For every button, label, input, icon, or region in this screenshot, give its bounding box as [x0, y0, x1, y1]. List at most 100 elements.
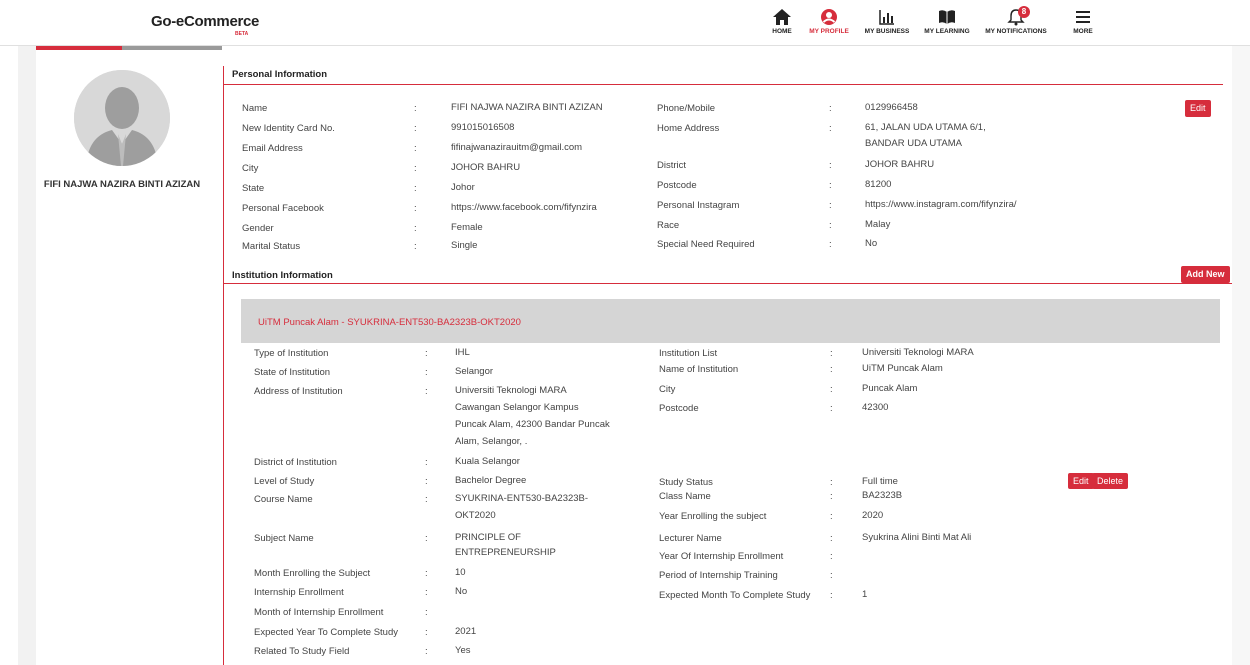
- colon: :: [414, 103, 417, 114]
- colon: :: [414, 163, 417, 174]
- colon: :: [829, 220, 832, 231]
- menu-icon: [1076, 11, 1090, 23]
- nav-home[interactable]: HOME: [757, 8, 807, 35]
- colon: :: [414, 143, 417, 154]
- field-value: Bachelor Degree: [455, 475, 527, 486]
- field-label: City: [659, 384, 676, 395]
- nav-more[interactable]: MORE: [1063, 8, 1103, 35]
- field-label: Month Enrolling the Subject: [254, 568, 371, 579]
- colon: :: [425, 457, 428, 468]
- field-value: Universiti Teknologi MARA: [455, 385, 567, 396]
- field-label: District of Institution: [254, 457, 337, 468]
- field-value: No: [865, 238, 878, 249]
- field-value: Johor: [451, 182, 475, 193]
- field-label: Postcode: [657, 180, 697, 191]
- delete-institution-button[interactable]: Delete: [1092, 473, 1129, 489]
- colon: :: [425, 494, 428, 505]
- colon: :: [830, 590, 833, 601]
- field-value: 42300: [862, 402, 889, 413]
- nav-my-business[interactable]: MY BUSINESS: [858, 8, 916, 35]
- nav-my-profile-label: MY PROFILE: [809, 28, 849, 35]
- edit-personal-button[interactable]: Edit: [1185, 100, 1211, 117]
- field-label: Course Name: [254, 494, 313, 505]
- institution-info-divider: [224, 283, 1232, 284]
- field-label: Year Enrolling the subject: [659, 511, 767, 522]
- field-value: Kuala Selangor: [455, 456, 520, 467]
- top-navbar: Go-eCommerce BETA HOME MY PROFILE MY BUS…: [0, 0, 1250, 46]
- field-value: Selangor: [455, 366, 494, 377]
- notification-count-badge: 8: [1018, 6, 1030, 18]
- brand-logo[interactable]: Go-eCommerce: [151, 13, 259, 30]
- colon: :: [414, 241, 417, 252]
- field-label: Internship Enrollment: [254, 587, 344, 598]
- nav-my-profile[interactable]: MY PROFILE: [805, 8, 853, 35]
- colon: :: [425, 476, 428, 487]
- field-label: Phone/Mobile: [657, 103, 716, 114]
- colon: :: [830, 491, 833, 502]
- colon: :: [830, 551, 833, 562]
- field-label: Subject Name: [254, 533, 314, 544]
- colon: :: [425, 533, 428, 544]
- field-label: Type of Institution: [254, 348, 329, 359]
- field-value: 10: [455, 567, 466, 578]
- colon: :: [425, 646, 428, 657]
- colon: :: [425, 348, 428, 359]
- field-value: Puncak Alam: [862, 383, 918, 394]
- field-value: 81200: [865, 179, 892, 190]
- field-label: State of Institution: [254, 367, 331, 378]
- tab-indicator-inactive[interactable]: [122, 46, 222, 50]
- field-label: New Identity Card No.: [242, 123, 335, 134]
- field-value: IHL: [455, 347, 470, 358]
- colon: :: [829, 123, 832, 134]
- colon: :: [830, 511, 833, 522]
- field-label: District: [657, 160, 687, 171]
- colon: :: [425, 607, 428, 618]
- field-value: 2020: [862, 510, 884, 521]
- field-value-line2: OKT2020: [455, 510, 496, 521]
- profile-display-name: FIFI NAJWA NAZIRA BINTI AZIZAN: [43, 179, 201, 190]
- field-label: Year Of Internship Enrollment: [659, 551, 784, 562]
- field-label: Related To Study Field: [254, 646, 350, 657]
- colon: :: [829, 160, 832, 171]
- field-value: No: [455, 586, 468, 597]
- colon: :: [425, 386, 428, 397]
- field-value: 61, JALAN UDA UTAMA 6/1,: [865, 122, 986, 133]
- field-value: 2021: [455, 626, 477, 637]
- field-label: Level of Study: [254, 476, 315, 487]
- colon: :: [425, 367, 428, 378]
- field-label: Institution List: [659, 348, 718, 359]
- scrollbar[interactable]: [1232, 46, 1250, 665]
- colon: :: [414, 223, 417, 234]
- colon: :: [830, 477, 833, 488]
- field-value: Female: [451, 222, 483, 233]
- field-label: Postcode: [659, 403, 699, 414]
- field-label: Home Address: [657, 123, 720, 134]
- edit-institution-button[interactable]: Edit: [1068, 473, 1094, 489]
- colon: :: [414, 123, 417, 134]
- field-value: PRINCIPLE OF: [455, 532, 521, 543]
- nav-my-learning[interactable]: MY LEARNING: [918, 8, 976, 35]
- field-value: 0129966458: [865, 102, 918, 113]
- colon: :: [830, 533, 833, 544]
- field-value: Full time: [862, 476, 898, 487]
- colon: :: [425, 568, 428, 579]
- nav-my-notifications[interactable]: 8 MY NOTIFICATIONS: [980, 6, 1052, 35]
- colon: :: [414, 203, 417, 214]
- colon: :: [829, 200, 832, 211]
- colon: :: [830, 403, 833, 414]
- nav-my-notifications-label: MY NOTIFICATIONS: [985, 28, 1047, 35]
- field-label: Personal Instagram: [657, 200, 740, 211]
- colon: :: [425, 627, 428, 638]
- institution-card-header[interactable]: UiTM Puncak Alam - SYUKRINA-ENT530-BA232…: [241, 299, 1220, 343]
- colon: :: [830, 364, 833, 375]
- colon: :: [830, 384, 833, 395]
- field-label: Lecturer Name: [659, 533, 722, 544]
- field-label: Email Address: [242, 143, 303, 154]
- field-value: JOHOR BAHRU: [451, 162, 521, 173]
- add-new-institution-button[interactable]: Add New: [1181, 266, 1230, 283]
- field-label: State: [242, 183, 265, 194]
- colon: :: [829, 103, 832, 114]
- profile-panel: [36, 46, 1232, 665]
- field-value: Single: [451, 240, 478, 251]
- tab-indicator-active[interactable]: [36, 46, 122, 50]
